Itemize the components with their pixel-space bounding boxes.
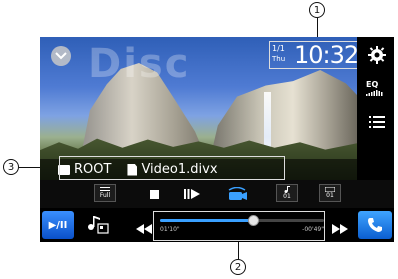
bottom-bar: ▶/II 01'10" -00'49" bbox=[40, 208, 394, 242]
callout-3: 3 bbox=[3, 159, 19, 175]
settings-button[interactable] bbox=[367, 45, 387, 69]
chevron-down-button[interactable] bbox=[51, 46, 71, 66]
callout-2: 2 bbox=[230, 259, 246, 275]
chevron-down-icon bbox=[55, 52, 67, 60]
repeat-label: Full bbox=[99, 192, 111, 199]
subtitle-button[interactable]: 01 bbox=[319, 184, 341, 202]
head-unit-screen: Disc 1/1 Thu 10:32 ROOT Video1.divx EQ F… bbox=[40, 37, 394, 242]
music-note-icon bbox=[284, 186, 290, 193]
playback-controls-row: Full 01 01 bbox=[40, 180, 394, 208]
repeat-button[interactable]: Full bbox=[94, 184, 116, 202]
source-watermark: Disc bbox=[88, 41, 191, 87]
slow-play-button[interactable] bbox=[180, 184, 204, 204]
stop-icon bbox=[149, 189, 159, 199]
fast-forward-button[interactable] bbox=[332, 219, 348, 238]
gear-icon bbox=[368, 46, 386, 64]
music-file-icon bbox=[88, 216, 109, 234]
camera-angle-button[interactable] bbox=[224, 184, 250, 204]
rewind-button[interactable] bbox=[136, 219, 152, 238]
play-pause-button[interactable]: ▶/II bbox=[42, 211, 74, 239]
list-icon bbox=[369, 116, 385, 128]
fast-forward-icon bbox=[332, 224, 348, 234]
eq-label: EQ bbox=[366, 80, 379, 89]
clock-highlight bbox=[269, 41, 359, 69]
right-side-panel: EQ bbox=[357, 37, 394, 180]
seek-highlight bbox=[153, 211, 325, 241]
subtitle-label: 01 bbox=[326, 192, 334, 199]
play-pause-label: ▶/II bbox=[48, 219, 68, 231]
stop-button[interactable] bbox=[144, 184, 164, 204]
eq-bars-icon bbox=[366, 90, 383, 96]
callout-1: 1 bbox=[309, 2, 325, 18]
eq-button[interactable]: EQ bbox=[366, 80, 384, 98]
frame-advance-icon bbox=[184, 189, 200, 199]
media-source-button[interactable] bbox=[87, 214, 109, 238]
phone-button[interactable] bbox=[358, 211, 392, 239]
list-button[interactable] bbox=[369, 114, 385, 133]
rewind-icon bbox=[136, 224, 152, 234]
path-highlight bbox=[59, 156, 285, 180]
audio-track-label: 01 bbox=[283, 193, 291, 200]
audio-track-button[interactable]: 01 bbox=[276, 184, 298, 202]
phone-icon bbox=[368, 218, 382, 232]
camera-icon bbox=[228, 187, 247, 200]
